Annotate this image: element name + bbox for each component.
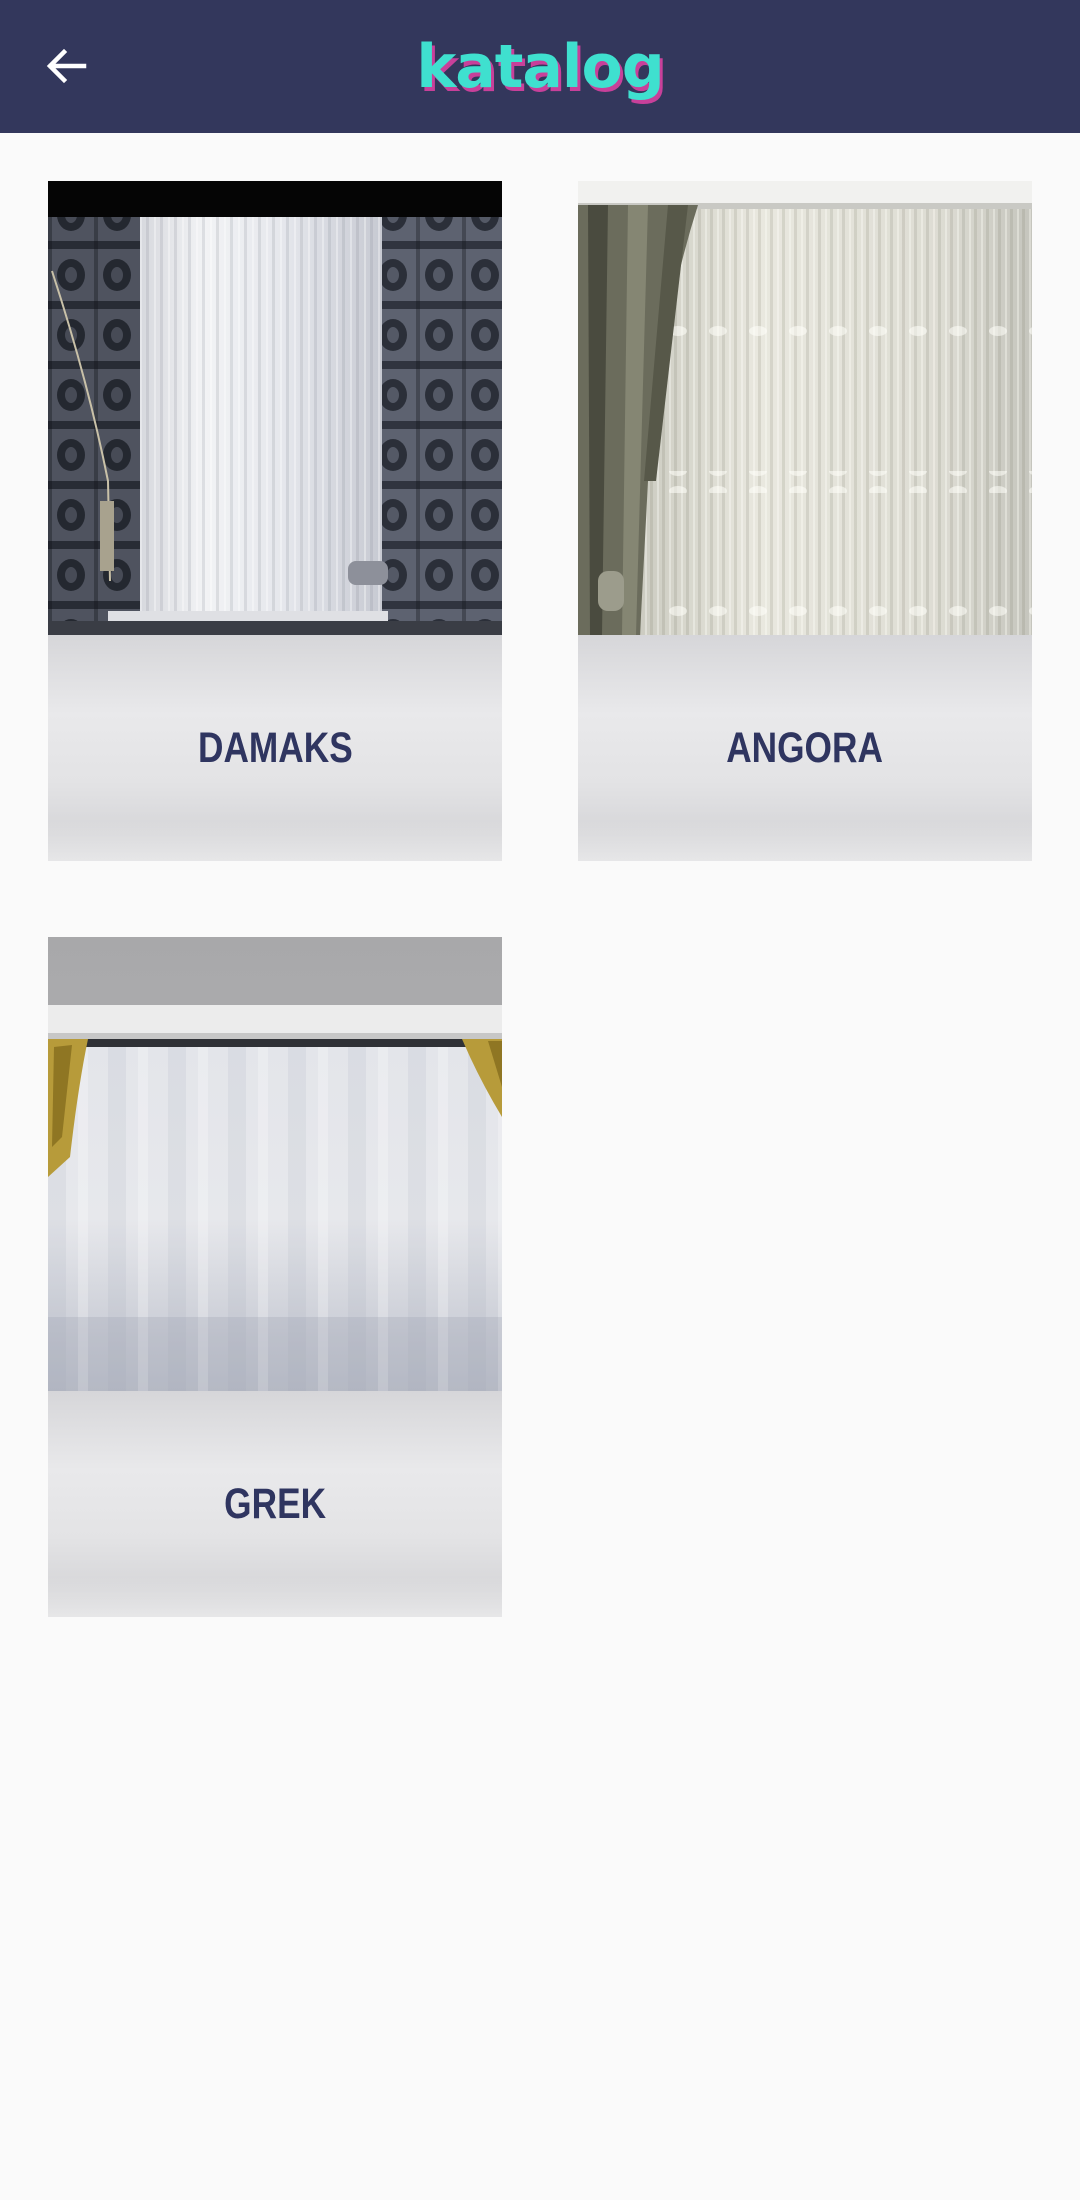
catalog-item-name: ANGORA: [726, 723, 884, 772]
catalog-card-label: ANGORA: [578, 635, 1032, 861]
catalog-card-damaks[interactable]: DAMAKS: [48, 181, 502, 861]
app-bar: katalog: [0, 0, 1080, 133]
page-title: katalog: [416, 31, 664, 102]
catalog-card-angora[interactable]: ANGORA: [578, 181, 1032, 861]
catalog-item-name: GREK: [224, 1479, 326, 1528]
catalog-image: [48, 181, 502, 635]
back-button[interactable]: [28, 28, 104, 104]
catalog-card-grek[interactable]: GREK: [48, 937, 502, 1617]
catalog-image: [48, 937, 502, 1391]
catalog-image: [578, 181, 1032, 635]
catalog-item-name: DAMAKS: [197, 723, 353, 772]
arrow-left-icon: [46, 48, 87, 84]
catalog-card-label: DAMAKS: [48, 635, 502, 861]
catalog-card-label: GREK: [48, 1391, 502, 1617]
